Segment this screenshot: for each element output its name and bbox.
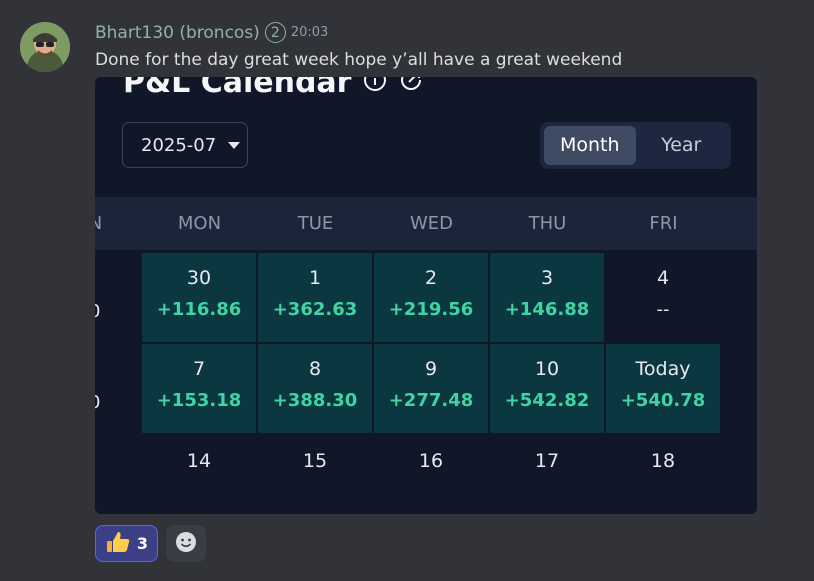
message-header: Bhart130 (broncos) 2 20:03 <box>95 22 328 43</box>
calendar-day-cell: 18 <box>606 435 720 514</box>
calendar-day-cell: 30 +116.86 <box>142 253 256 342</box>
chevron-down-icon <box>228 141 241 149</box>
share-icon <box>399 77 423 100</box>
add-reaction-button[interactable] <box>166 525 206 562</box>
username[interactable]: Bhart130 (broncos) <box>95 23 260 43</box>
image-attachment[interactable]: P&L Calendar 2025-07 Month Year N MON TU… <box>95 77 757 514</box>
timestamp[interactable]: 20:03 <box>291 25 328 40</box>
reaction-thumbs-up[interactable]: 3 <box>95 525 158 562</box>
day-number: 15 <box>302 450 328 472</box>
toggle-year: Year <box>661 134 702 156</box>
weekday-header: N MON TUE WED THU FRI <box>95 197 757 250</box>
calendar-day-cell: 16 <box>374 435 488 514</box>
weekday-label: WED <box>409 213 454 234</box>
toggle-month: Month <box>544 126 636 165</box>
day-number: 8 <box>308 358 322 380</box>
day-pnl: +116.86 <box>156 299 242 320</box>
day-pnl: +146.88 <box>504 299 590 320</box>
day-number: Today <box>635 358 691 380</box>
week-total-partial: 0 <box>95 392 100 413</box>
calendar-today-cell: Today +540.78 <box>606 344 720 433</box>
weekday-label: TUE <box>297 213 334 234</box>
day-pnl: +542.82 <box>504 390 590 411</box>
day-number: 10 <box>534 358 560 380</box>
calendar-day-cell: 14 <box>142 435 256 514</box>
day-number: 4 <box>656 267 670 289</box>
calendar-day-cell: 7 +153.18 <box>142 344 256 433</box>
thumbs-up-icon <box>105 529 131 559</box>
calendar-day-cell: 2 +219.56 <box>374 253 488 342</box>
calendar-day-cell: 17 <box>490 435 604 514</box>
day-number: 17 <box>534 450 560 472</box>
calendar-day-cell: 8 +388.30 <box>258 344 372 433</box>
day-pnl: +388.30 <box>272 390 358 411</box>
day-number: 1 <box>308 267 322 289</box>
calendar-title-row: P&L Calendar <box>123 77 423 100</box>
calendar-day-cell: 3 +146.88 <box>490 253 604 342</box>
info-icon <box>363 77 387 100</box>
level-badge: 2 <box>264 22 286 43</box>
calendar-day-cell: 9 +277.48 <box>374 344 488 433</box>
day-pnl: +362.63 <box>272 299 358 320</box>
day-number: 3 <box>540 267 554 289</box>
day-pnl: +219.56 <box>388 299 474 320</box>
calendar-title: P&L Calendar <box>123 77 352 100</box>
day-number: 7 <box>192 358 206 380</box>
smiley-icon <box>175 531 197 557</box>
avatar[interactable] <box>20 22 70 72</box>
weekday-label: FRI <box>649 213 678 234</box>
calendar-day-cell: 1 +362.63 <box>258 253 372 342</box>
day-number: 2 <box>424 267 438 289</box>
view-toggle: Month Year <box>540 122 731 169</box>
day-number: 14 <box>186 450 212 472</box>
calendar-day-cell: 4 -- <box>606 253 720 342</box>
calendar-day-cell: 10 +542.82 <box>490 344 604 433</box>
month-select-value: 2025-07 <box>141 134 217 156</box>
day-pnl: +277.48 <box>388 390 474 411</box>
day-number: 18 <box>650 450 676 472</box>
calendar-day-cell: 15 <box>258 435 372 514</box>
avatar-image <box>20 22 70 72</box>
day-pnl: +540.78 <box>620 390 706 411</box>
week-total-partial: 0 <box>95 301 100 322</box>
weekday-label: MON <box>177 213 222 234</box>
day-number: 16 <box>418 450 444 472</box>
month-select: 2025-07 <box>122 122 248 168</box>
day-number: 30 <box>186 267 212 289</box>
day-pnl: +153.18 <box>156 390 242 411</box>
weekday-label: THU <box>528 213 567 234</box>
day-number: 9 <box>424 358 438 380</box>
reaction-count: 3 <box>136 534 149 553</box>
message-text: Done for the day great week hope y’all h… <box>95 50 623 70</box>
day-pnl: -- <box>656 299 670 320</box>
